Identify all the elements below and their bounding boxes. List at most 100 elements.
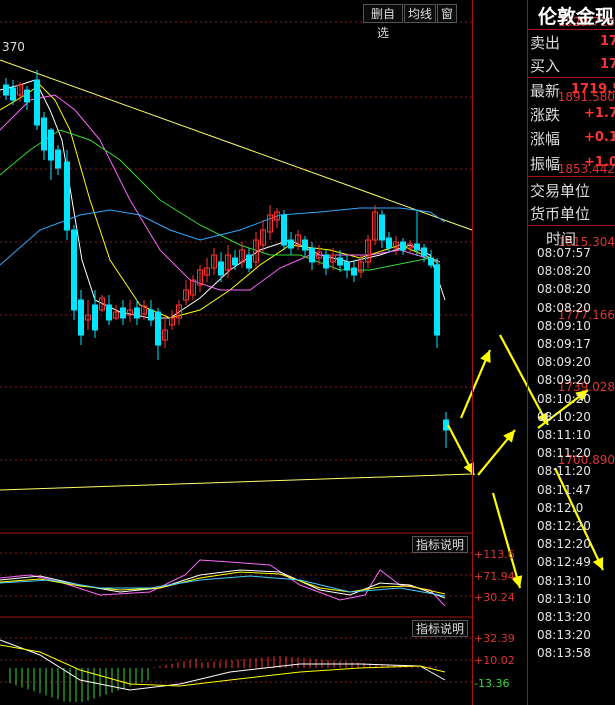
panel-left-border: [527, 0, 528, 705]
tick-time: 08:07:57: [537, 246, 591, 260]
quote-label: 涨幅: [530, 130, 561, 148]
tick-time: 08:10:20: [537, 409, 591, 424]
tick-time: 08:09:20: [537, 373, 591, 388]
candle-body: [434, 264, 440, 336]
indicator-value: +10.02: [474, 654, 515, 667]
kdj-extra-line: [0, 575, 446, 597]
tick-time: 08:09:10: [537, 318, 591, 333]
candle-body: [246, 254, 252, 269]
chart-header-label: 370: [2, 40, 25, 54]
candle-body: [443, 419, 449, 431]
candle-body: [78, 299, 84, 336]
candle-body: [41, 117, 47, 151]
quote-label: 买入: [530, 57, 561, 75]
macd-dea-line: [0, 644, 446, 687]
window-button[interactable]: 窗: [437, 4, 457, 23]
quote-value: +1.7: [584, 106, 615, 121]
tick-time: 08:08:20: [537, 264, 591, 279]
tick-time: 08:12:49: [537, 555, 591, 570]
quote-value: 1719.5: [571, 82, 615, 97]
tick-time: 08:13:10: [537, 591, 591, 606]
candle-body: [386, 237, 392, 249]
quote-value: 17: [600, 34, 615, 49]
quote-label: 涨跌: [530, 106, 561, 124]
candle-body: [337, 257, 343, 266]
candle-body: [64, 161, 70, 231]
quote-value: +1.0: [584, 155, 615, 170]
trend-line-support: [0, 473, 473, 491]
tick-time: 08:10:20: [537, 391, 591, 406]
candle-body: [344, 261, 350, 271]
indicator-panel-2-lines: [0, 639, 446, 702]
quote-label: 振幅: [530, 155, 561, 173]
candle-body: [148, 309, 154, 321]
info-label: 交易单位: [530, 182, 591, 200]
candle-body: [323, 254, 329, 269]
candle-body: [414, 243, 420, 251]
quote-label: 最新: [530, 82, 561, 100]
candle-body: [48, 129, 54, 161]
divider: [527, 77, 615, 78]
kline-chart[interactable]: [0, 0, 615, 705]
candle-body: [106, 304, 112, 321]
indicator-panel-1-lines: [0, 559, 446, 607]
tick-time: 08:13:10: [537, 573, 591, 588]
candle-body: [288, 239, 294, 249]
tick-time: 08:11:47: [537, 482, 591, 497]
moving-average-button[interactable]: 均线: [404, 4, 436, 23]
tick-time: 08:12:0: [537, 500, 584, 515]
quote-value: 17: [600, 57, 615, 72]
tick-time: 08:11:10: [537, 428, 591, 442]
delete-watchlist-button[interactable]: 删自选: [363, 4, 403, 40]
candle-body: [134, 307, 140, 319]
candle-body: [55, 149, 61, 169]
quote-label: 卖出: [530, 34, 561, 52]
trend-line-down: [0, 59, 473, 231]
candle-body: [71, 229, 77, 311]
tick-time: 08:11:20: [537, 446, 591, 461]
tick-time: 08:13:58: [537, 646, 591, 661]
candlesticks: [3, 70, 449, 448]
indicator-value: +32.39: [474, 632, 515, 645]
candle-body: [400, 241, 406, 251]
indicator-help-button-1[interactable]: 指标说明: [412, 536, 468, 553]
tick-time: 08:11:20: [537, 464, 591, 479]
candle-body: [92, 304, 98, 331]
chart-right-border: [472, 0, 473, 705]
candle-body: [379, 214, 385, 241]
tick-time: 08:13:20: [537, 610, 591, 624]
divider: [527, 29, 615, 30]
indicator-value: +30.24: [474, 591, 515, 604]
indicator-help-button-2[interactable]: 指标说明: [412, 620, 468, 637]
candle-body: [309, 247, 315, 263]
indicator-value: +71.94: [474, 570, 515, 583]
instrument-title: 伦敦金现: [538, 6, 615, 28]
candle-body: [232, 257, 238, 266]
tick-time: 08:09:17: [537, 337, 591, 351]
trend-line: [0, 59, 473, 491]
tick-time: 08:12:20: [537, 519, 591, 533]
candle-body: [302, 239, 308, 251]
candle-body: [281, 214, 287, 246]
indicator-value: +113.6: [474, 548, 515, 561]
candle-body: [351, 267, 357, 276]
candle-body: [34, 79, 40, 126]
candle-body: [218, 261, 224, 276]
tick-time: 08:08:20: [537, 300, 591, 315]
candle-body: [421, 247, 427, 257]
candle-body: [3, 84, 9, 96]
candle-body: [428, 257, 434, 266]
divider: [527, 225, 615, 226]
candle-body: [120, 307, 126, 319]
candle-body: [155, 311, 161, 346]
tick-time: 08:09:20: [537, 355, 591, 370]
info-label: 货币单位: [530, 205, 591, 223]
candle-body: [24, 89, 30, 103]
tick-time: 08:13:20: [537, 628, 591, 643]
indicator-value: -13.36: [474, 677, 510, 690]
tick-time: 08:12:20: [537, 537, 591, 552]
divider: [527, 176, 615, 177]
tick-time: 08:08:20: [537, 282, 591, 297]
quote-value: +0.1: [584, 130, 615, 145]
candle-body: [10, 87, 16, 101]
